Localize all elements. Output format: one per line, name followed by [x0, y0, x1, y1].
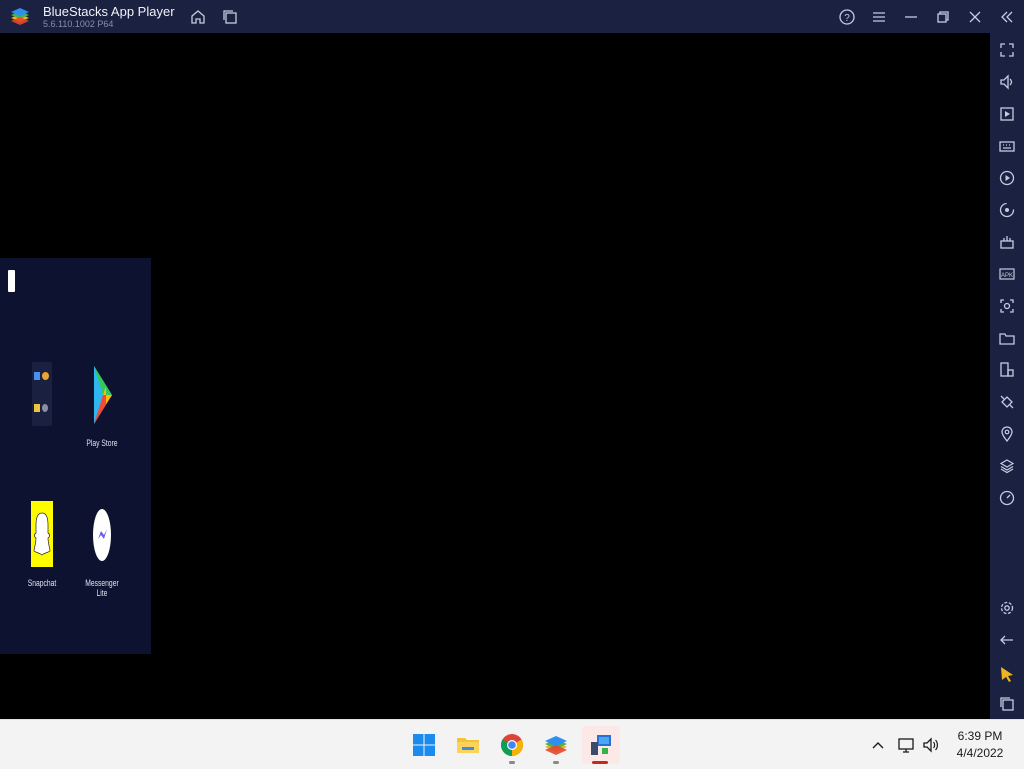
snapchat-icon[interactable]: [31, 501, 53, 567]
bluestacks-logo-icon: [9, 6, 31, 28]
network-icon[interactable]: [896, 735, 916, 755]
keyboard-controls-icon[interactable]: [998, 137, 1016, 155]
layers-icon[interactable]: [998, 457, 1016, 475]
tool-sidebar: APK: [990, 33, 1024, 719]
app-title: BlueStacks App Player: [43, 4, 175, 19]
settings-icon[interactable]: [998, 599, 1016, 617]
chrome-icon[interactable]: [500, 733, 524, 757]
pointer-icon[interactable]: [998, 665, 1016, 683]
app-label: Play Store: [86, 438, 118, 448]
app-label: Messenger Lite: [85, 578, 119, 598]
running-indicator: [509, 761, 515, 764]
collapse-sidebar-icon[interactable]: [998, 8, 1016, 26]
android-home-screen[interactable]: [0, 258, 151, 654]
running-indicator: [553, 761, 559, 764]
clock-date[interactable]: 4/4/2022: [940, 746, 1020, 760]
show-hidden-icons-icon[interactable]: [868, 735, 888, 755]
screenshot-icon[interactable]: [998, 297, 1016, 315]
messenger-lite-icon[interactable]: [93, 509, 111, 561]
windows-start-icon[interactable]: [412, 733, 436, 757]
app-folder-icon[interactable]: [32, 362, 52, 426]
fullscreen-icon[interactable]: [998, 41, 1016, 59]
rotate-icon[interactable]: [998, 201, 1016, 219]
menu-icon[interactable]: [870, 8, 888, 26]
folder-icon[interactable]: [998, 329, 1016, 347]
restore-icon[interactable]: [934, 8, 952, 26]
location-icon[interactable]: [998, 425, 1016, 443]
performance-icon[interactable]: [998, 489, 1016, 507]
svg-text:APK: APK: [1001, 273, 1013, 279]
status-indicator: [8, 270, 15, 292]
bluestacks-taskbar-icon[interactable]: [544, 733, 568, 757]
media-manager-icon[interactable]: [998, 105, 1016, 123]
multi-instance-icon[interactable]: [998, 361, 1016, 379]
active-indicator: [592, 761, 608, 764]
app-label: Snapchat: [27, 578, 57, 588]
close-icon[interactable]: [966, 8, 984, 26]
play-store-icon[interactable]: [92, 364, 114, 426]
volume-icon[interactable]: [998, 73, 1016, 91]
svg-text:?: ?: [844, 13, 850, 24]
game-controls-icon[interactable]: [998, 233, 1016, 251]
file-explorer-icon[interactable]: [456, 733, 480, 757]
install-apk-icon[interactable]: APK: [998, 265, 1016, 283]
volume-tray-icon[interactable]: [921, 735, 941, 755]
remote-desktop-icon[interactable]: [589, 733, 613, 757]
recent-apps-icon[interactable]: [998, 695, 1016, 713]
home-icon[interactable]: [189, 8, 207, 26]
eco-mode-icon[interactable]: [998, 393, 1016, 411]
app-version: 5.6.110.1002 P64: [43, 19, 114, 29]
minimize-icon[interactable]: [902, 8, 920, 26]
macro-play-icon[interactable]: [998, 169, 1016, 187]
help-icon[interactable]: ?: [838, 8, 856, 26]
title-bar: BlueStacks App Player 5.6.110.1002 P64 ?: [0, 0, 1024, 33]
back-icon[interactable]: [998, 631, 1016, 649]
clock-time[interactable]: 6:39 PM: [940, 729, 1020, 743]
multi-window-icon[interactable]: [221, 8, 239, 26]
